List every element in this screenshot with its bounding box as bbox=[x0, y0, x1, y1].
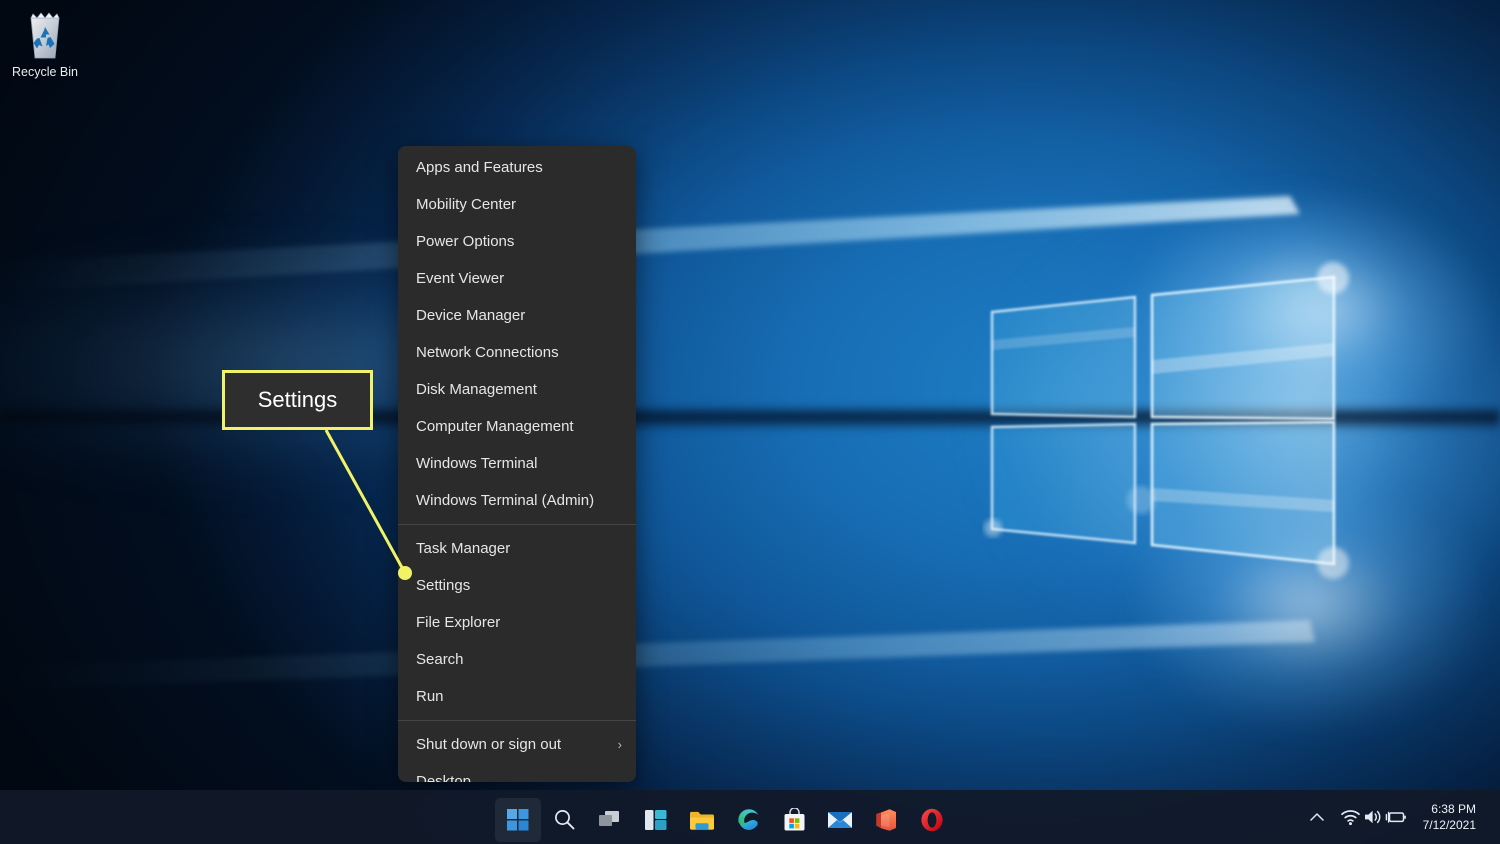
taskbar-office-button[interactable] bbox=[863, 798, 909, 842]
menu-item-power-options[interactable]: Power Options bbox=[398, 223, 636, 260]
tray-quick-settings-button[interactable] bbox=[1332, 797, 1415, 837]
menu-item-label: Power Options bbox=[416, 233, 514, 250]
menu-item-device-manager[interactable]: Device Manager bbox=[398, 297, 636, 334]
callout-label-text: Settings bbox=[258, 387, 338, 413]
menu-item-label: File Explorer bbox=[416, 614, 500, 631]
menu-item-label: Windows Terminal (Admin) bbox=[416, 492, 594, 509]
wifi-icon bbox=[1340, 808, 1361, 826]
widgets-icon bbox=[644, 809, 668, 831]
winx-power-user-menu[interactable]: Apps and Features Mobility Center Power … bbox=[398, 146, 636, 782]
menu-item-network-connections[interactable]: Network Connections bbox=[398, 334, 636, 371]
mail-icon bbox=[827, 810, 853, 830]
menu-item-windows-terminal[interactable]: Windows Terminal bbox=[398, 445, 636, 482]
taskbar-edge-button[interactable] bbox=[725, 798, 771, 842]
menu-item-windows-terminal-admin[interactable]: Windows Terminal (Admin) bbox=[398, 482, 636, 519]
taskbar-file-explorer-button[interactable] bbox=[679, 798, 725, 842]
volume-icon bbox=[1363, 808, 1383, 826]
chevron-right-icon: › bbox=[618, 738, 622, 751]
menu-item-label: Event Viewer bbox=[416, 270, 504, 287]
menu-item-file-explorer[interactable]: File Explorer bbox=[398, 604, 636, 641]
taskbar-center-group bbox=[495, 790, 955, 844]
desktop-icon-recycle-bin[interactable]: Recycle Bin bbox=[6, 10, 84, 79]
taskbar[interactable]: 6:38 PM 7/12/2021 bbox=[0, 790, 1500, 844]
menu-item-label: Run bbox=[416, 688, 444, 705]
office-icon bbox=[875, 808, 897, 832]
menu-item-label: Computer Management bbox=[416, 418, 574, 435]
menu-item-label: Shut down or sign out bbox=[416, 736, 561, 753]
recycle-bin-icon bbox=[6, 10, 84, 62]
menu-item-label: Task Manager bbox=[416, 540, 510, 557]
menu-item-disk-management[interactable]: Disk Management bbox=[398, 371, 636, 408]
menu-item-label: Settings bbox=[416, 577, 470, 594]
clock-time: 6:38 PM bbox=[1423, 801, 1476, 817]
taskbar-store-button[interactable] bbox=[771, 798, 817, 842]
menu-item-label: Desktop bbox=[416, 773, 471, 782]
menu-item-search[interactable]: Search bbox=[398, 641, 636, 678]
menu-item-event-viewer[interactable]: Event Viewer bbox=[398, 260, 636, 297]
clock-date: 7/12/2021 bbox=[1423, 817, 1476, 833]
taskbar-search-button[interactable] bbox=[541, 798, 587, 842]
windows-logo-icon bbox=[507, 809, 529, 831]
taskbar-task-view-button[interactable] bbox=[587, 798, 633, 842]
battery-icon bbox=[1385, 808, 1407, 826]
menu-item-computer-management[interactable]: Computer Management bbox=[398, 408, 636, 445]
menu-item-label: Search bbox=[416, 651, 464, 668]
tray-overflow-button[interactable] bbox=[1302, 797, 1332, 837]
store-icon bbox=[783, 808, 806, 832]
menu-item-apps-and-features[interactable]: Apps and Features bbox=[398, 149, 636, 186]
taskbar-widgets-button[interactable] bbox=[633, 798, 679, 842]
menu-item-label: Disk Management bbox=[416, 381, 537, 398]
menu-item-settings[interactable]: Settings bbox=[398, 567, 636, 604]
menu-separator-1 bbox=[398, 524, 636, 525]
system-tray: 6:38 PM 7/12/2021 bbox=[1302, 790, 1500, 844]
folder-icon bbox=[689, 809, 715, 831]
taskbar-opera-button[interactable] bbox=[909, 798, 955, 842]
menu-item-label: Mobility Center bbox=[416, 196, 516, 213]
menu-item-desktop[interactable]: Desktop bbox=[398, 763, 636, 782]
taskbar-mail-button[interactable] bbox=[817, 798, 863, 842]
menu-item-mobility-center[interactable]: Mobility Center bbox=[398, 186, 636, 223]
menu-item-label: Network Connections bbox=[416, 344, 559, 361]
taskbar-clock[interactable]: 6:38 PM 7/12/2021 bbox=[1415, 797, 1490, 837]
taskbar-start-button[interactable] bbox=[495, 798, 541, 842]
opera-icon bbox=[920, 808, 944, 832]
menu-item-task-manager[interactable]: Task Manager bbox=[398, 530, 636, 567]
task-view-icon bbox=[598, 810, 622, 830]
menu-item-label: Apps and Features bbox=[416, 159, 543, 176]
callout-settings-label: Settings bbox=[222, 370, 373, 430]
menu-item-label: Windows Terminal bbox=[416, 455, 537, 472]
menu-item-run[interactable]: Run bbox=[398, 678, 636, 715]
menu-separator-2 bbox=[398, 720, 636, 721]
search-icon bbox=[553, 808, 576, 831]
menu-item-label: Device Manager bbox=[416, 307, 525, 324]
chevron-up-icon bbox=[1310, 812, 1324, 822]
recycle-bin-label: Recycle Bin bbox=[6, 65, 84, 79]
menu-item-shut-down-or-sign-out[interactable]: Shut down or sign out › bbox=[398, 726, 636, 763]
edge-icon bbox=[736, 808, 760, 832]
